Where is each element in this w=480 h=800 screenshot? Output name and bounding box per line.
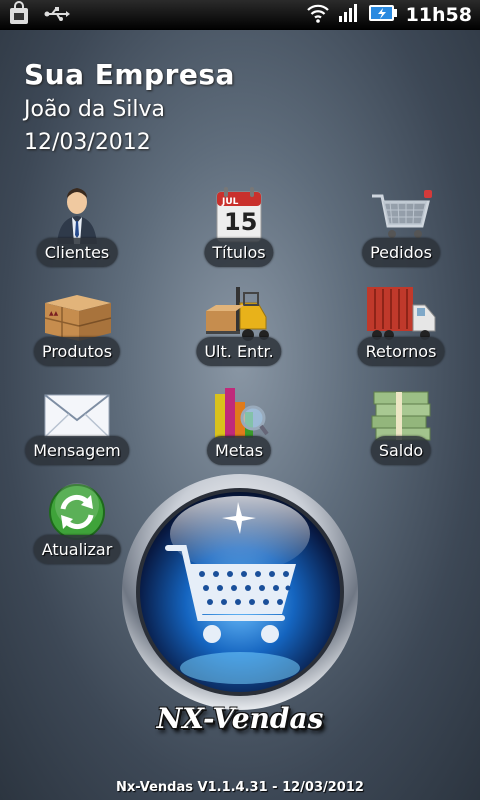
calendar-day: 15 [224, 208, 257, 236]
menu-atualizar-label: Atualizar [33, 535, 121, 564]
menu-saldo-label: Saldo [370, 436, 432, 465]
menu-pedidos[interactable]: Pedidos [341, 186, 461, 276]
shopping-bag-notification-icon [8, 1, 30, 29]
usb-icon [44, 6, 70, 25]
brand-name: NX-Vendas [156, 702, 324, 735]
menu-clientes-label: Clientes [36, 238, 118, 267]
status-time: 11h58 [405, 4, 472, 26]
menu-ult-entr-label: Ult. Entr. [196, 337, 282, 366]
company-name: Sua Empresa [24, 58, 235, 91]
menu-saldo[interactable]: Saldo [341, 384, 461, 474]
signal-icon [338, 3, 360, 27]
current-date: 12/03/2012 [24, 130, 151, 155]
header: Sua Empresa João da Silva 12/03/2012 [24, 58, 235, 158]
menu-titulos[interactable]: JUL 15 Títulos [179, 186, 299, 276]
version-text: Nx-Vendas V1.1.4.31 - 12/03/2012 [116, 780, 364, 795]
menu-atualizar[interactable]: Atualizar [17, 483, 137, 573]
user-name: João da Silva [24, 97, 166, 122]
menu-retornos[interactable]: Retornos [341, 285, 461, 375]
wifi-icon [306, 3, 330, 27]
menu-produtos[interactable]: ▲▲ Produtos [17, 285, 137, 375]
menu-mensagem[interactable]: Mensagem [17, 384, 137, 474]
menu-ult-entr[interactable]: Ult. Entr. [179, 285, 299, 375]
menu-pedidos-label: Pedidos [362, 238, 440, 267]
menu-metas-label: Metas [206, 436, 272, 465]
menu-titulos-label: Títulos [204, 238, 274, 267]
app-logo [120, 472, 360, 712]
menu-metas[interactable]: Metas [179, 384, 299, 474]
menu-mensagem-label: Mensagem [25, 436, 129, 465]
menu-retornos-label: Retornos [357, 337, 445, 366]
envelope-icon [44, 394, 110, 442]
menu-produtos-label: Produtos [33, 337, 121, 366]
svg-text:▲▲: ▲▲ [49, 310, 59, 317]
cart-logo-icon [122, 474, 358, 710]
battery-charging-icon [368, 3, 398, 27]
status-bar: 11h58 [0, 0, 480, 30]
calendar-month: JUL [221, 197, 239, 207]
menu-clientes[interactable]: Clientes [17, 186, 137, 276]
